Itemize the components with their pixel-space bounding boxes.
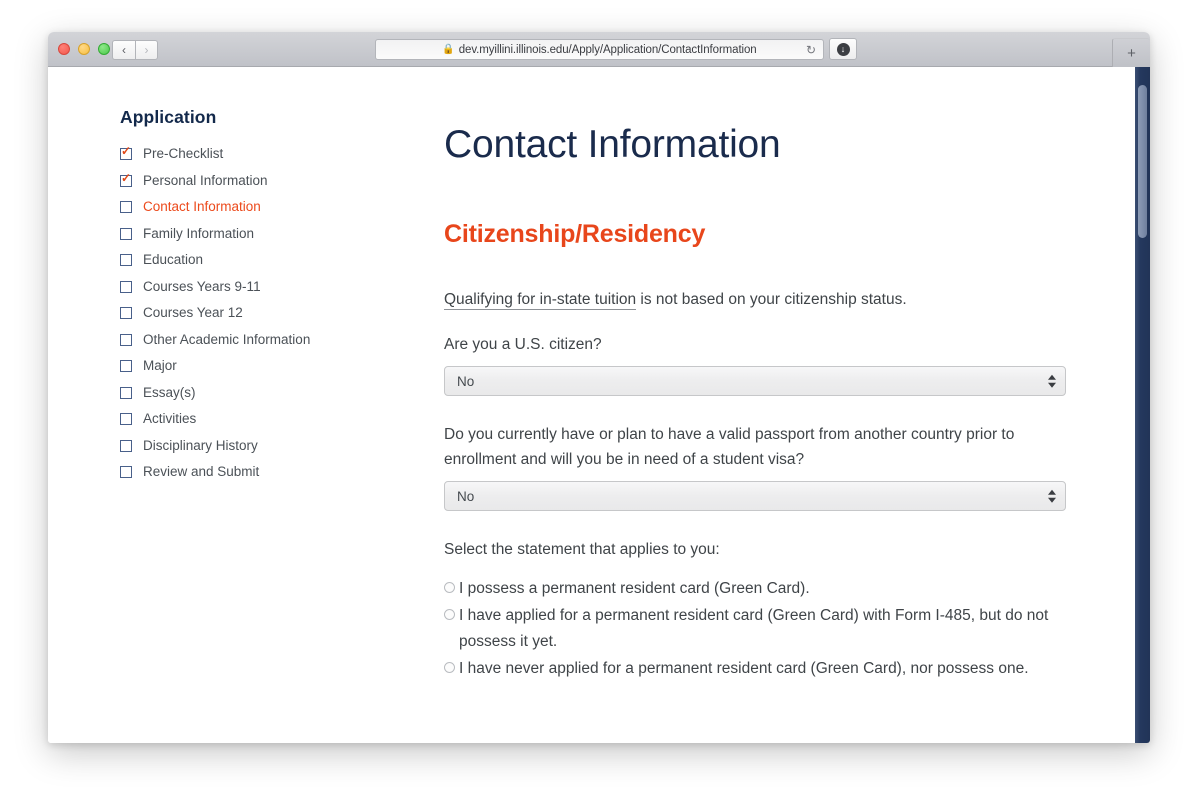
minimize-window-button[interactable]: [78, 43, 90, 55]
checkbox-unchecked-icon[interactable]: [120, 386, 132, 399]
sidebar-item-review-and-submit[interactable]: Review and Submit: [120, 464, 420, 479]
radio-option-label: I possess a permanent resident card (Gre…: [459, 580, 810, 597]
sidebar-item-activities[interactable]: Activities: [120, 411, 420, 426]
forward-button[interactable]: ›: [135, 40, 158, 60]
chevron-left-icon: ‹: [122, 43, 126, 57]
section-title: Citizenship/Residency: [444, 220, 706, 248]
sidebar-item-pre-checklist[interactable]: Pre-Checklist: [120, 145, 420, 161]
sidebar-title: Application: [120, 107, 217, 127]
citizen-question-label: Are you a U.S. citizen?: [444, 336, 602, 353]
sidebar-item-label: Pre-Checklist: [143, 146, 224, 161]
page-scrollbar[interactable]: [1135, 67, 1150, 743]
checkbox-checked-icon[interactable]: [120, 145, 132, 160]
page-title: Contact Information: [444, 123, 781, 166]
residency-statement-prompt: Select the statement that applies to you…: [444, 541, 720, 558]
window-controls: [58, 43, 110, 55]
browser-window: ‹ › 🔒 dev.myillini.illinois.edu/Apply/App…: [48, 32, 1150, 743]
checkbox-unchecked-icon[interactable]: [120, 360, 132, 372]
sidebar-item-essay-s[interactable]: Essay(s): [120, 385, 420, 400]
radio-option-2[interactable]: I have applied for a permanent resident …: [444, 603, 1084, 655]
new-tab-button[interactable]: +: [1112, 38, 1150, 67]
passport-question-label: Do you currently have or plan to have a …: [444, 426, 1015, 468]
sidebar-item-family-information[interactable]: Family Information: [120, 226, 420, 241]
sidebar-item-label: Family Information: [143, 225, 255, 241]
sidebar-item-label: Review and Submit: [143, 464, 260, 479]
checkbox-unchecked-icon[interactable]: [120, 254, 132, 266]
browser-titlebar: ‹ › 🔒 dev.myillini.illinois.edu/Apply/App…: [48, 32, 1150, 67]
sidebar-item-label: Personal Information: [143, 172, 268, 188]
citizen-select[interactable]: No: [444, 366, 1066, 396]
plus-icon: +: [1127, 44, 1136, 62]
sidebar-item-label: Essay(s): [143, 384, 196, 400]
radio-option-label: I have applied for a permanent resident …: [459, 607, 1049, 650]
sidebar-item-label: Activities: [143, 411, 197, 426]
sidebar-item-disciplinary-history[interactable]: Disciplinary History: [120, 438, 420, 453]
checkbox-unchecked-icon[interactable]: [120, 466, 132, 478]
sidebar-item-courses-year-12[interactable]: Courses Year 12: [120, 305, 420, 320]
url-text: dev.myillini.illinois.edu/Apply/Applicat…: [458, 43, 757, 56]
maximize-window-button[interactable]: [98, 43, 110, 55]
radio-unselected-icon[interactable]: [444, 582, 455, 593]
radio-unselected-icon[interactable]: [444, 662, 455, 673]
sidebar-item-personal-information[interactable]: Personal Information: [120, 172, 420, 188]
sidebar-item-courses-years-9-11[interactable]: Courses Years 9-11: [120, 279, 420, 294]
radio-option-label: I have never applied for a permanent res…: [459, 660, 1029, 677]
checkbox-unchecked-icon[interactable]: [120, 439, 132, 452]
close-window-button[interactable]: [58, 43, 70, 55]
sidebar-item-contact-information[interactable]: Contact Information: [120, 199, 420, 214]
passport-select[interactable]: No: [444, 481, 1066, 511]
stepper-arrows-icon: [1048, 489, 1056, 503]
sidebar-item-label: Courses Years 9-11: [143, 278, 261, 294]
address-bar[interactable]: 🔒 dev.myillini.illinois.edu/Apply/Applica…: [375, 39, 824, 60]
checkbox-unchecked-icon[interactable]: [120, 307, 132, 319]
intro-rest-text: is not based on your citizenship status.: [636, 291, 907, 308]
residency-radio-group: I possess a permanent resident card (Gre…: [444, 576, 1084, 682]
sidebar-item-label: Disciplinary History: [143, 437, 258, 453]
sidebar-nav-list: Pre-Checklist Personal Information Contact…: [120, 145, 420, 479]
main-content: Contact Information Citizenship/Residenc…: [444, 122, 1084, 683]
chevron-right-icon: ›: [144, 43, 149, 57]
download-arrow-icon: ↓: [836, 42, 850, 56]
sidebar-item-label: Contact Information: [143, 199, 261, 214]
radio-option-3[interactable]: I have never applied for a permanent res…: [444, 656, 1084, 682]
sidebar-item-label: Education: [143, 252, 204, 267]
in-state-tuition-link[interactable]: Qualifying for in-state tuition: [444, 291, 637, 310]
lock-icon: 🔒: [442, 44, 455, 55]
sidebar-item-label: Other Academic Information: [143, 331, 311, 347]
radio-option-1[interactable]: I possess a permanent resident card (Gre…: [444, 576, 1084, 602]
navigation-buttons: ‹ ›: [112, 40, 158, 60]
checkbox-checked-icon[interactable]: [120, 172, 132, 187]
checkbox-unchecked-icon[interactable]: [120, 333, 132, 346]
application-sidebar: Application Pre-Checklist Personal Inform…: [120, 107, 420, 491]
passport-select-value: No: [457, 488, 475, 504]
stepper-arrows-icon: [1048, 374, 1056, 388]
checkbox-unchecked-icon[interactable]: [120, 280, 132, 293]
checkbox-unchecked-icon[interactable]: [120, 201, 132, 213]
back-button[interactable]: ‹: [112, 40, 135, 60]
checkbox-unchecked-icon[interactable]: [120, 413, 132, 425]
radio-unselected-icon[interactable]: [444, 609, 455, 620]
sidebar-item-label: Major: [143, 358, 177, 373]
url-text-wrapper: 🔒 dev.myillini.illinois.edu/Apply/Applica…: [442, 44, 756, 56]
checkbox-unchecked-icon[interactable]: [120, 227, 132, 240]
reload-icon[interactable]: ↻: [806, 43, 816, 57]
sidebar-item-education[interactable]: Education: [120, 252, 420, 267]
sidebar-item-major[interactable]: Major: [120, 358, 420, 373]
sidebar-item-label: Courses Year 12: [143, 305, 243, 320]
citizen-select-value: No: [457, 373, 475, 389]
intro-paragraph: Qualifying for in-state tuition is not b…: [444, 287, 1084, 312]
downloads-button[interactable]: ↓: [829, 38, 857, 60]
sidebar-item-other-academic-information[interactable]: Other Academic Information: [120, 332, 420, 347]
scrollbar-thumb[interactable]: [1137, 85, 1147, 238]
page-viewport: Application Pre-Checklist Personal Inform…: [48, 67, 1150, 743]
